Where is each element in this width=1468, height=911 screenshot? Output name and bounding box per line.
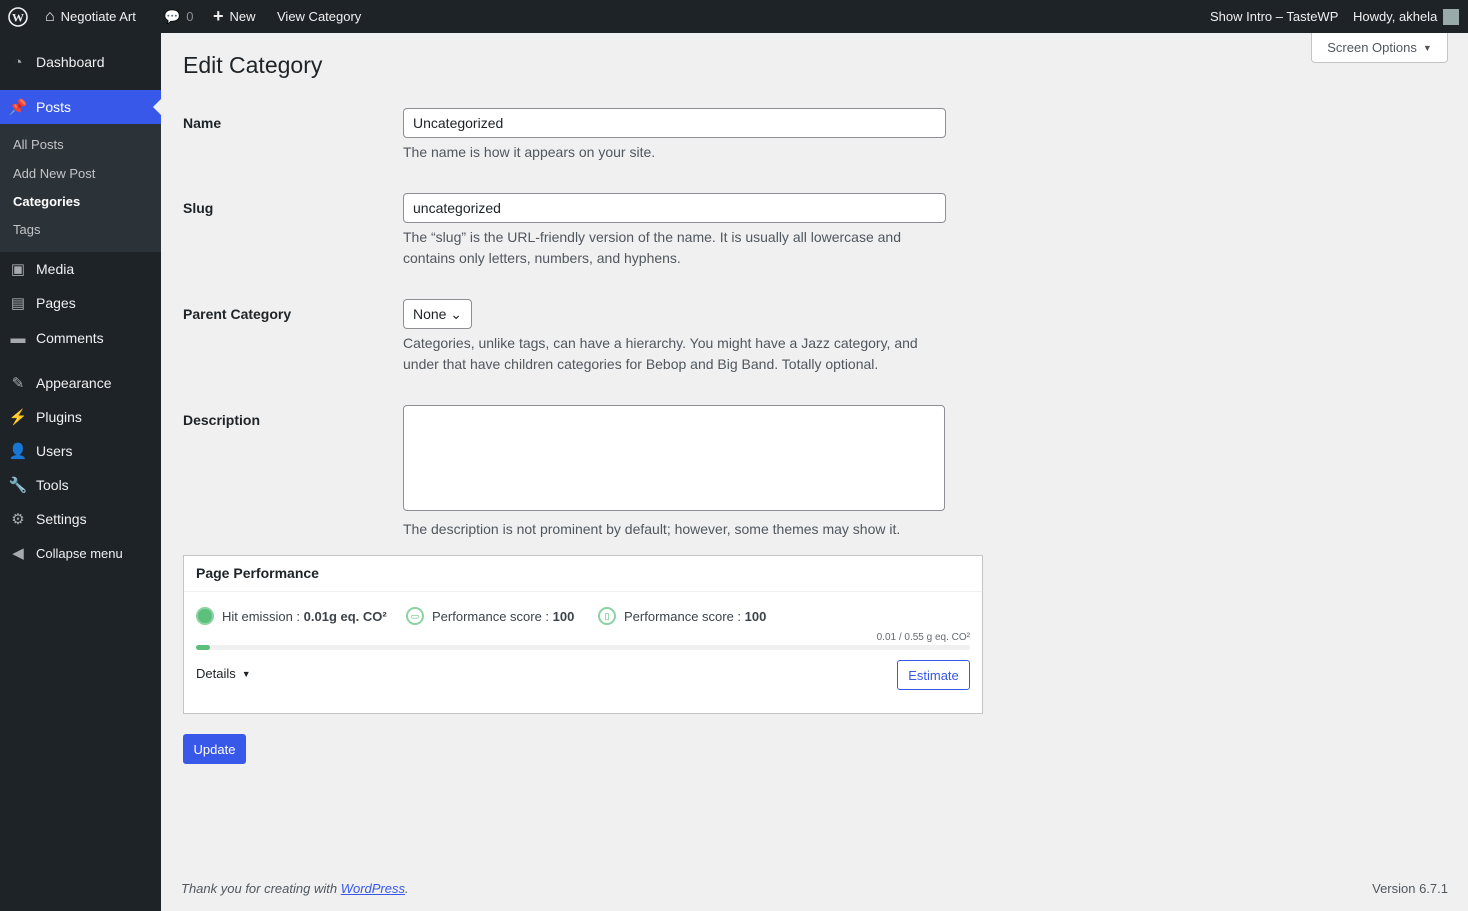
emission-ratio: 0.01 / 0.55 g eq. CO² bbox=[876, 632, 970, 643]
details-toggle[interactable]: Details ▼ bbox=[196, 666, 251, 681]
page-title: Edit Category bbox=[183, 52, 323, 78]
menu-users[interactable]: 👤 Users bbox=[0, 434, 161, 468]
emission-progress-fill bbox=[196, 645, 210, 650]
dashboard-icon: ◔ bbox=[13, 53, 23, 71]
menu-appearance[interactable]: ✎ Appearance bbox=[0, 366, 161, 400]
estimate-button[interactable]: Estimate bbox=[897, 660, 970, 690]
parent-category-label: Parent Category bbox=[183, 306, 292, 322]
name-description: The name is how it appears on your site. bbox=[403, 144, 656, 160]
emission-progress bbox=[196, 645, 970, 650]
settings-icon: ⚙ bbox=[11, 511, 25, 528]
new-content-link[interactable]: + New bbox=[213, 0, 256, 33]
wrench-icon: 🔧 bbox=[8, 477, 28, 494]
wordpress-link[interactable]: WordPress bbox=[341, 881, 405, 896]
admin-menu: ◔ Dashboard 📌 Posts All Posts Add New Post… bbox=[0, 33, 161, 911]
menu-tools[interactable]: 🔧 Tools bbox=[0, 468, 161, 502]
screen-options-button[interactable]: Screen Options ▼ bbox=[1311, 33, 1448, 63]
site-name-link[interactable]: ⌂ Negotiate Art bbox=[45, 0, 136, 33]
emission-dot-icon bbox=[196, 607, 214, 625]
parent-category-select[interactable]: None ⌄ bbox=[403, 299, 472, 329]
menu-settings[interactable]: ⚙ Settings bbox=[0, 502, 161, 536]
svg-text:W: W bbox=[12, 10, 24, 24]
home-icon: ⌂ bbox=[45, 7, 55, 25]
desktop-icon: ▭ bbox=[406, 607, 424, 625]
menu-comments[interactable]: ▬ Comments bbox=[0, 321, 161, 355]
menu-posts[interactable]: 📌 Posts bbox=[0, 90, 161, 124]
menu-pages[interactable]: ▤ Pages bbox=[0, 286, 161, 320]
comments-icon: ▬ bbox=[10, 329, 26, 347]
collapse-icon: ◀ bbox=[12, 545, 24, 562]
user-icon: 👤 bbox=[8, 443, 28, 460]
pages-icon: ▤ bbox=[10, 295, 26, 312]
mobile-score: ▯ Performance score : 100 bbox=[598, 607, 766, 625]
caret-down-icon: ▼ bbox=[241, 668, 251, 679]
mobile-icon: ▯ bbox=[598, 607, 616, 625]
hit-emission: Hit emission : 0.01g eq. CO² bbox=[196, 607, 387, 625]
version-text: Version 6.7.1 bbox=[1372, 881, 1448, 896]
avatar bbox=[1443, 8, 1460, 25]
admin-bar: W ⌂ Negotiate Art 💬 0 + New View Category S… bbox=[0, 0, 1468, 33]
menu-dashboard[interactable]: ◔ Dashboard bbox=[0, 45, 161, 79]
description-textarea[interactable] bbox=[403, 405, 945, 511]
plus-icon: + bbox=[213, 6, 224, 26]
show-intro-link[interactable]: Show Intro – TasteWP bbox=[1210, 0, 1338, 33]
submenu-categories[interactable]: Categories bbox=[13, 194, 80, 209]
submenu-add-new-post[interactable]: Add New Post bbox=[13, 166, 95, 181]
view-category-link[interactable]: View Category bbox=[277, 0, 361, 33]
submenu-tags[interactable]: Tags bbox=[13, 222, 40, 237]
caret-down-icon: ▼ bbox=[1422, 42, 1432, 53]
page-performance-box: Page Performance Hit emission : 0.01g eq… bbox=[183, 555, 983, 714]
perf-title: Page Performance bbox=[184, 556, 982, 592]
description-help: The description is not prominent by defa… bbox=[403, 521, 901, 537]
account-menu[interactable]: Howdy, akhela bbox=[1353, 0, 1460, 33]
posts-submenu: All Posts Add New Post Categories Tags bbox=[0, 124, 161, 252]
plugin-icon: ⚡ bbox=[8, 409, 28, 426]
submenu-all-posts[interactable]: All Posts bbox=[13, 137, 64, 152]
menu-media[interactable]: ▣ Media bbox=[0, 252, 161, 286]
slug-label: Slug bbox=[183, 200, 214, 216]
brush-icon: ✎ bbox=[11, 375, 25, 392]
comment-icon: 💬 bbox=[164, 8, 181, 24]
description-label: Description bbox=[183, 412, 261, 428]
footer-thanks: Thank you for creating with WordPress. bbox=[181, 881, 409, 896]
wordpress-logo-icon[interactable]: W bbox=[8, 0, 28, 33]
slug-description: The “slug” is the URL-friendly version o… bbox=[403, 229, 901, 266]
desktop-score: ▭ Performance score : 100 bbox=[406, 607, 574, 625]
media-icon: ▣ bbox=[10, 261, 26, 278]
chevron-down-icon: ⌄ bbox=[450, 306, 462, 322]
collapse-menu[interactable]: ◀ Collapse menu bbox=[0, 536, 161, 570]
pin-icon: 📌 bbox=[8, 99, 28, 116]
menu-plugins[interactable]: ⚡ Plugins bbox=[0, 400, 161, 434]
update-button[interactable]: Update bbox=[183, 734, 246, 764]
name-label: Name bbox=[183, 115, 222, 131]
name-input[interactable]: Uncategorized bbox=[403, 108, 946, 138]
comments-link[interactable]: 💬 0 bbox=[164, 0, 193, 33]
parent-category-description: Categories, unlike tags, can have a hier… bbox=[403, 335, 918, 372]
slug-input[interactable]: uncategorized bbox=[403, 193, 946, 223]
